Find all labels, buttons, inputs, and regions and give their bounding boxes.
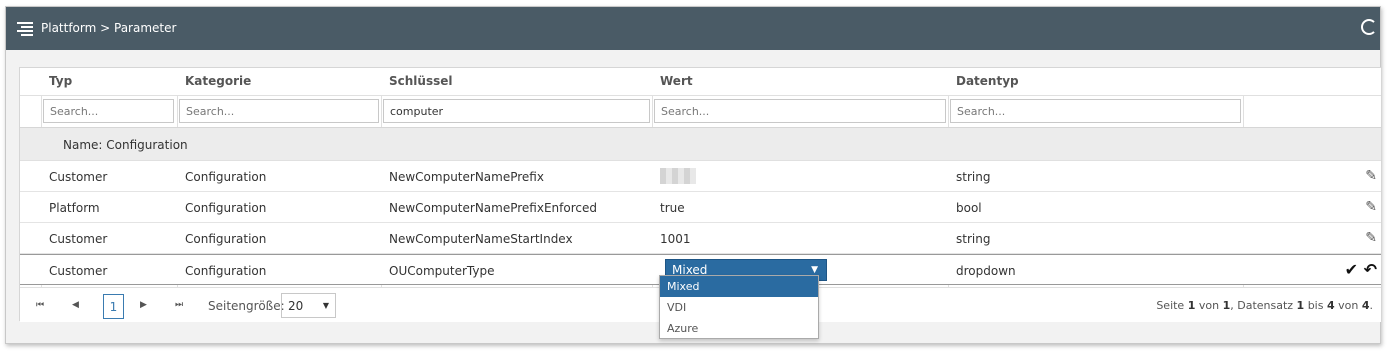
cell-typ: Customer	[49, 264, 108, 278]
cell-wert: true	[660, 201, 685, 215]
cell-datentyp: dropdown	[956, 264, 1016, 278]
cell-kategorie: Configuration	[185, 264, 267, 278]
dropdown-option-vdi[interactable]: VDI	[660, 297, 818, 318]
group-label: Name: Configuration	[63, 138, 188, 152]
cell-schluessel: NewComputerNamePrefixEnforced	[389, 201, 597, 215]
column-header-datentyp[interactable]: Datentyp	[956, 74, 1019, 88]
check-icon[interactable]: ✔	[1345, 260, 1358, 279]
wert-dropdown-list: Mixed VDI Azure	[659, 275, 819, 339]
cell-datentyp: string	[956, 232, 991, 246]
current-page-button[interactable]: 1	[103, 294, 124, 319]
column-header-wert[interactable]: Wert	[660, 74, 693, 88]
page-size-label: Seitengröße:	[208, 299, 285, 313]
page-size-value: 20	[288, 299, 304, 313]
filter-datentyp-input[interactable]	[950, 99, 1241, 123]
group-header[interactable]: Name: Configuration	[20, 128, 1381, 161]
filter-wert-input[interactable]	[654, 99, 946, 123]
cell-wert: 1001	[660, 232, 691, 246]
undo-icon[interactable]: ↶	[1364, 260, 1377, 279]
filter-row	[20, 96, 1381, 128]
top-bar: Plattform > Parameter	[6, 7, 1380, 50]
cell-typ: Customer	[49, 232, 108, 246]
table-row[interactable]: Customer Configuration NewComputerNameSt…	[20, 223, 1381, 254]
cell-kategorie: Configuration	[185, 201, 267, 215]
column-header-schluessel[interactable]: Schlüssel	[389, 74, 453, 88]
cell-datentyp: string	[956, 170, 991, 184]
pager-info: Seite 1 von 1, Datensatz 1 bis 4 von 4.	[1156, 299, 1373, 312]
pencil-icon[interactable]: ✎	[1365, 230, 1377, 246]
first-page-icon[interactable]: ⏮	[36, 300, 44, 310]
dropdown-option-azure[interactable]: Azure	[660, 318, 818, 339]
table-row[interactable]: Platform Configuration NewComputerNamePr…	[20, 192, 1381, 223]
cell-typ: Customer	[49, 170, 108, 184]
page-size-select[interactable]: 20 ▼	[281, 293, 336, 318]
filter-typ-input[interactable]	[43, 99, 174, 123]
cell-typ: Platform	[49, 201, 100, 215]
filter-kategorie-input[interactable]	[179, 99, 379, 123]
column-header-typ[interactable]: Typ	[49, 74, 72, 88]
chevron-down-icon: ▼	[811, 265, 818, 275]
refresh-icon[interactable]	[1361, 19, 1377, 35]
previous-page-icon[interactable]: ◀	[72, 300, 79, 310]
last-page-icon[interactable]: ⏭	[175, 300, 183, 310]
breadcrumb: Plattform > Parameter	[41, 21, 177, 35]
cell-kategorie: Configuration	[185, 232, 267, 246]
cell-datentyp: bool	[956, 201, 982, 215]
chevron-down-icon: ▼	[322, 301, 329, 310]
dropdown-option-mixed[interactable]: Mixed	[660, 276, 818, 297]
table-row[interactable]: Customer Configuration NewComputerNamePr…	[20, 161, 1381, 192]
filter-schluessel-input[interactable]	[383, 99, 650, 123]
cell-kategorie: Configuration	[185, 170, 267, 184]
cell-schluessel: NewComputerNamePrefix	[389, 170, 544, 184]
redacted-value	[660, 168, 696, 184]
cell-schluessel: OUComputerType	[389, 264, 495, 278]
next-page-icon[interactable]: ▶	[140, 300, 147, 310]
pencil-icon[interactable]: ✎	[1365, 168, 1377, 184]
grid-header: Typ Kategorie Schlüssel Wert Datentyp	[20, 68, 1381, 96]
cell-schluessel: NewComputerNameStartIndex	[389, 232, 573, 246]
pencil-icon[interactable]: ✎	[1365, 199, 1377, 215]
menu-icon[interactable]	[17, 22, 33, 36]
column-header-kategorie[interactable]: Kategorie	[185, 74, 251, 88]
